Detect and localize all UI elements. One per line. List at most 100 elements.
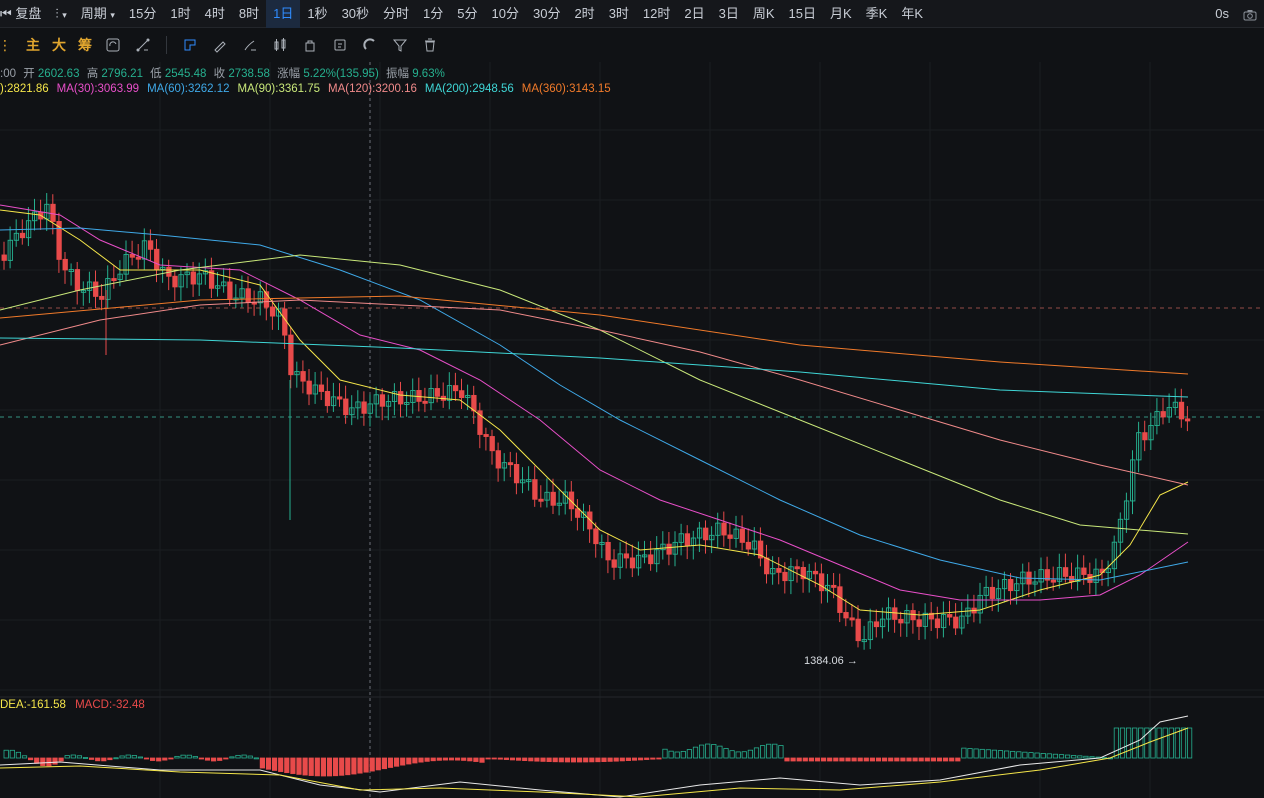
macd-bar [845,757,851,762]
candle-body [1160,411,1166,418]
interval-tab[interactable]: 分时 [376,0,416,28]
macd-bar [522,757,528,762]
interval-tab[interactable]: 年K [894,0,930,28]
candle-body [300,371,306,382]
magnet-icon[interactable] [355,28,385,62]
macd-bar [577,757,583,763]
macd-bar [217,757,223,761]
open-value: 2602.63 [37,68,80,80]
chart-type-button[interactable]: ⫶ ▾ [48,0,73,28]
macd-bar [406,757,412,765]
candle-body [361,401,367,414]
macd-bar [131,755,137,759]
low-price-marker: 1384.06 → [804,655,858,667]
macd-bar [89,757,95,760]
dea-line [0,727,1189,798]
macd-bar [766,743,772,759]
interval-tab[interactable]: 3时 [602,0,636,28]
candle-body [593,528,599,545]
macd-bar [692,746,699,759]
interval-tab[interactable]: 15日 [782,0,823,28]
interval-tab[interactable]: 12时 [636,0,677,28]
restore-button[interactable]: ⏮ 复盘 [0,0,48,28]
macd-bar [363,757,369,773]
candle-body [684,533,691,546]
macd-bar [1065,754,1071,759]
interval-tab[interactable]: 4时 [198,0,232,28]
brush-icon[interactable] [235,28,265,62]
interval-tab[interactable]: 15分 [122,0,163,28]
sync-icon[interactable] [98,28,128,62]
candle-body [288,334,294,376]
macd-bar [290,757,296,774]
interval-tab[interactable]: 月K [823,0,859,28]
candle-body [721,522,727,536]
candle-body [910,610,916,621]
note-icon[interactable] [325,28,355,62]
macd-bar [1022,751,1028,759]
interval-tab[interactable]: 30秒 [335,0,376,28]
macd-bar [210,757,217,762]
macd-bar [595,757,601,763]
pen-icon[interactable] [205,28,235,62]
candle-body [947,614,953,618]
candle-body [483,434,489,437]
main-indicator-button[interactable]: 主 [26,35,40,55]
big-order-button[interactable]: 大 [52,35,66,55]
macd-bar [796,757,802,762]
candle-body [227,281,233,300]
macd-bar [631,757,638,761]
candle-body [324,390,331,407]
sidebar-toggle-icon[interactable]: ⋮ [0,37,12,54]
macd-bar [894,757,900,762]
macd-bar [985,749,991,759]
interval-tab[interactable]: 1时 [163,0,197,28]
interval-tab[interactable]: 2日 [677,0,711,28]
chip-distribution-button[interactable]: 筹 [78,35,92,55]
interval-tab[interactable]: 8时 [232,0,266,28]
macd-bar [1004,750,1010,759]
interval-tab[interactable]: 30分 [526,0,567,28]
macd-bar [949,757,955,762]
candle-body [306,380,312,395]
macd-bar [869,757,876,762]
chart-canvas[interactable] [0,0,1264,798]
macd-bar [302,757,308,776]
filter-icon[interactable] [385,28,415,62]
interval-tab[interactable]: 1秒 [300,0,334,28]
candle-body [154,248,160,270]
macd-bar [1187,727,1193,759]
lock-icon[interactable] [295,28,325,62]
macd-bar [467,757,473,762]
interval-tab[interactable]: 1日 [266,0,301,28]
cursor-select-icon[interactable] [175,28,205,62]
macd-bar [570,757,577,763]
candle-draw-icon[interactable] [265,28,295,62]
interval-tab[interactable]: 5分 [450,0,484,28]
candle-body [812,570,819,575]
candle-body [703,527,709,541]
ma-60-line [0,227,1189,581]
interval-tab[interactable]: 10分 [485,0,526,28]
candle-body [831,584,837,588]
macd-bar [991,749,998,759]
interval-tab[interactable]: 季K [859,0,895,28]
macd-bar [265,757,272,770]
candle-body [190,271,196,285]
period-dropdown[interactable]: 周期 ▾ [74,0,122,28]
macd-bar [509,757,516,761]
interval-tab[interactable]: 2时 [567,0,601,28]
trash-icon[interactable] [415,28,445,62]
countdown-label: 0s [1215,6,1229,21]
interval-tab[interactable]: 1分 [416,0,450,28]
macd-bar [70,754,76,759]
camera-icon[interactable] [1236,0,1264,28]
macd-bar [827,757,833,762]
interval-tab[interactable]: 3日 [712,0,746,28]
macd-bar [424,757,430,762]
macd-bar [1162,727,1168,759]
ruler-icon[interactable] [128,28,158,62]
interval-tab[interactable]: 周K [746,0,782,28]
ohlc-info: :00 开 2602.63 高 2796.21 低 2545.48 收 2738… [0,68,445,80]
macd-bar [882,757,888,762]
